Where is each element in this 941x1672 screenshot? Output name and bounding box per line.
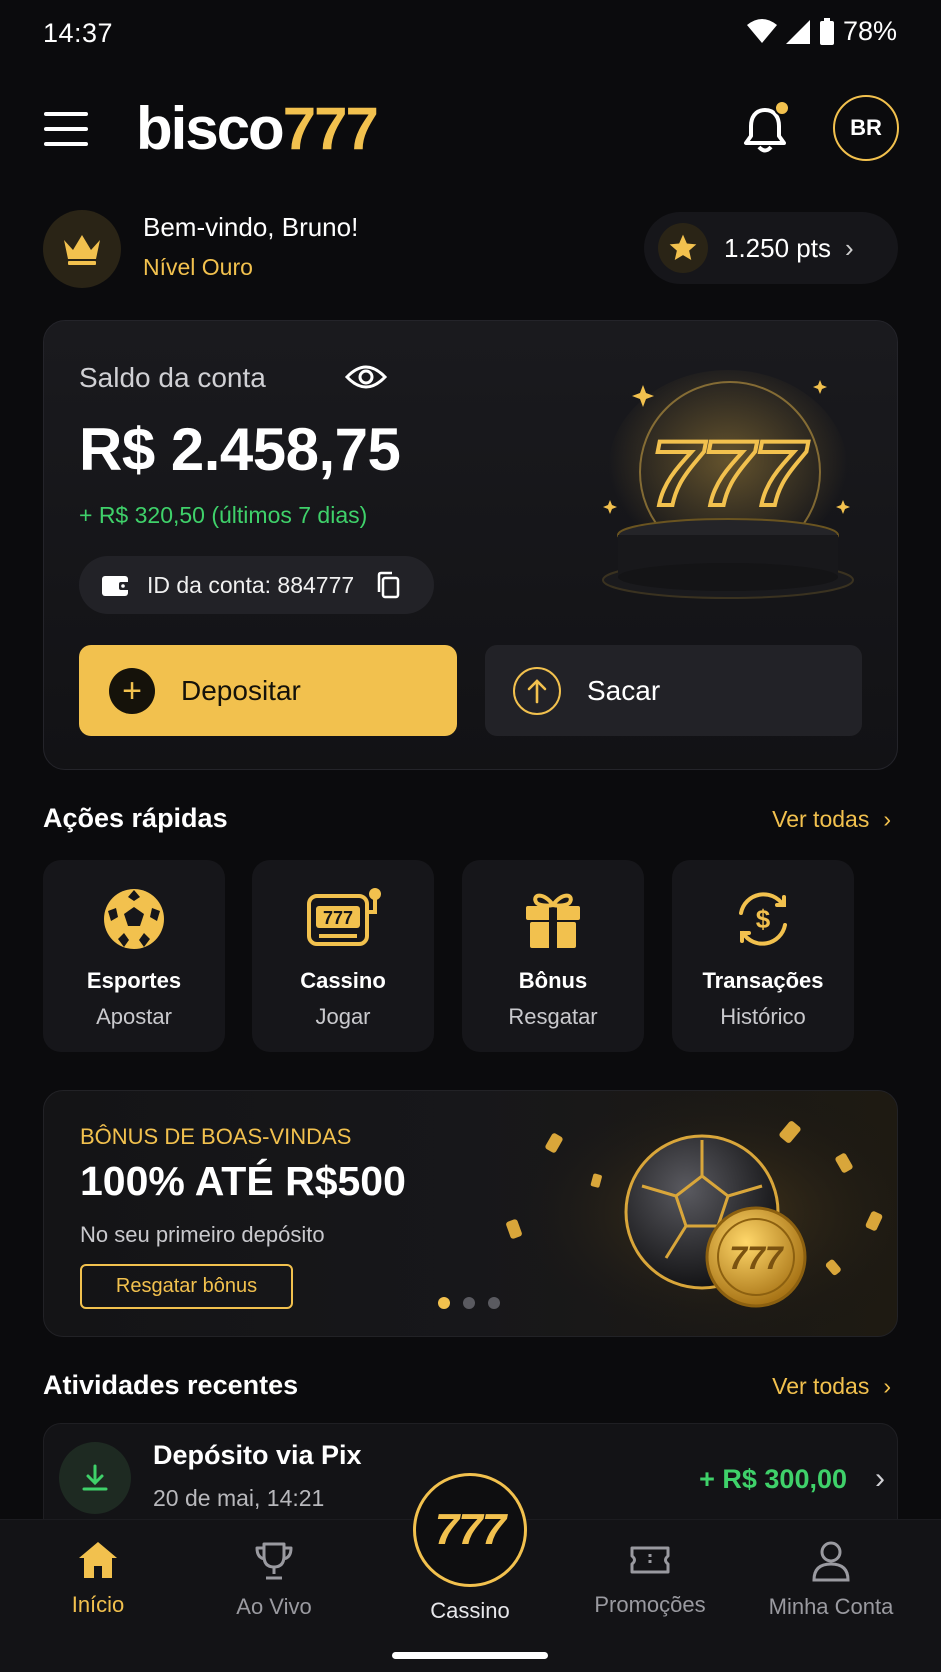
account-id: ID da conta: 884777	[147, 571, 355, 598]
quick-action-title: Esportes	[86, 968, 182, 993]
promo-kicker: BÔNUS DE BOAS-VINDAS	[80, 1124, 352, 1149]
soccer-ball-coin-illustration: 777	[500, 1092, 896, 1335]
svg-text:777: 777	[729, 1240, 785, 1276]
home-icon	[79, 1542, 117, 1578]
withdraw-label: Sacar	[587, 674, 661, 706]
battery-icon	[819, 17, 834, 45]
svg-text:777: 777	[651, 423, 808, 525]
quick-actions-see-all[interactable]: Ver todas ›	[772, 806, 891, 833]
chevron-right-icon: ›	[875, 1462, 885, 1495]
wifi-icon	[746, 18, 777, 43]
app-logo[interactable]: bisco777	[136, 94, 379, 163]
chevron-right-icon: ›	[883, 1373, 891, 1399]
activity-date: 20 de mai, 14:21	[153, 1485, 325, 1511]
nav-casino-777-button[interactable]: 777	[413, 1473, 527, 1587]
status-icons: 78%	[746, 16, 897, 47]
deposit-button[interactable]: + Depositar	[79, 645, 457, 736]
nav-label: Promoções	[594, 1592, 706, 1617]
recent-activity-see-all[interactable]: Ver todas ›	[772, 1373, 891, 1400]
eye-icon[interactable]	[344, 362, 388, 392]
menu-icon[interactable]	[44, 112, 88, 146]
promo-subtitle: No seu primeiro depósito	[80, 1222, 325, 1247]
chevron-right-icon: ›	[883, 806, 891, 832]
carousel-dots	[438, 1297, 500, 1309]
battery-percent: 78%	[842, 16, 897, 46]
quick-action-title: Cassino	[300, 968, 386, 993]
notification-bell-icon[interactable]	[742, 100, 790, 154]
quick-action-subtitle: Histórico	[720, 1004, 806, 1029]
arrow-up-icon	[513, 666, 561, 715]
promo-title: 100% ATÉ R$500	[80, 1158, 406, 1204]
star-icon	[658, 223, 708, 273]
carousel-dot[interactable]	[438, 1297, 450, 1309]
home-indicator[interactable]	[392, 1652, 548, 1659]
account-id-pill: ID da conta: 884777	[79, 556, 434, 614]
trophy-icon	[255, 1542, 293, 1580]
user-level: Nível Ouro	[143, 254, 253, 280]
quick-actions-title: Ações rápidas	[43, 803, 228, 833]
plus-icon: +	[109, 667, 155, 714]
slot-777-illustration: 777	[602, 370, 854, 599]
download-icon	[59, 1442, 131, 1514]
nav-casino-777-text: 777	[434, 1505, 506, 1554]
ticket-icon	[630, 1546, 670, 1574]
carousel-dot[interactable]	[463, 1297, 475, 1309]
balance-amount: R$ 2.458,75	[79, 416, 401, 483]
nav-label: Minha Conta	[768, 1594, 894, 1619]
quick-action-casino[interactable]: 777 Cassino Jogar	[252, 860, 434, 1052]
quick-action-sports[interactable]: Esportes Apostar	[43, 860, 225, 1052]
recent-activity-title: Atividades recentes	[43, 1370, 299, 1400]
wallet-icon	[102, 576, 130, 596]
balance-label: Saldo da conta	[79, 362, 266, 393]
balance-gain: + R$ 320,50 (últimos 7 dias)	[79, 502, 368, 528]
deposit-label: Depositar	[181, 674, 301, 706]
points-value: 1.250 pts	[724, 232, 831, 263]
notification-dot	[774, 100, 790, 116]
nav-casino-label[interactable]: Cassino	[413, 1598, 527, 1624]
points-button[interactable]: 1.250 pts ›	[644, 212, 898, 284]
claim-bonus-button[interactable]: Resgatar bônus	[80, 1264, 293, 1309]
dollar-cycle-icon: $	[731, 886, 795, 952]
slot-machine-icon: 777	[305, 886, 381, 952]
withdraw-button[interactable]: Sacar	[485, 645, 862, 736]
carousel-dot[interactable]	[488, 1297, 500, 1309]
nav-promotions[interactable]: Promoções	[570, 1540, 730, 1618]
user-icon	[812, 1541, 850, 1582]
copy-icon[interactable]	[376, 571, 400, 599]
quick-action-subtitle: Resgatar	[508, 1004, 598, 1029]
welcome-greeting: Bem-vindo, Bruno!	[143, 212, 359, 242]
quick-action-subtitle: Apostar	[96, 1004, 172, 1029]
activity-amount: + R$ 300,00	[699, 1464, 847, 1494]
activity-title: Depósito via Pix	[153, 1440, 362, 1470]
nav-label: Ao Vivo	[236, 1594, 312, 1619]
quick-action-bonus[interactable]: Bônus Resgatar	[462, 860, 644, 1052]
soccer-ball-icon	[102, 886, 166, 952]
chevron-right-icon: ›	[844, 232, 854, 263]
crown-icon	[43, 210, 121, 288]
svg-text:777: 777	[323, 908, 353, 928]
signal-icon	[785, 19, 810, 44]
quick-action-title: Transações	[702, 968, 824, 993]
gift-icon	[522, 886, 584, 952]
status-time: 14:37	[43, 18, 114, 48]
svg-text:$: $	[756, 904, 771, 934]
quick-action-title: Bônus	[518, 968, 588, 993]
avatar[interactable]: BR	[833, 95, 899, 161]
nav-my-account[interactable]: Minha Conta	[751, 1540, 911, 1620]
nav-live[interactable]: Ao Vivo	[194, 1540, 354, 1620]
quick-action-subtitle: Jogar	[315, 1004, 371, 1029]
nav-label: Início	[71, 1592, 125, 1617]
nav-home[interactable]: Início	[18, 1540, 178, 1618]
quick-action-transactions[interactable]: $ Transações Histórico	[672, 860, 854, 1052]
